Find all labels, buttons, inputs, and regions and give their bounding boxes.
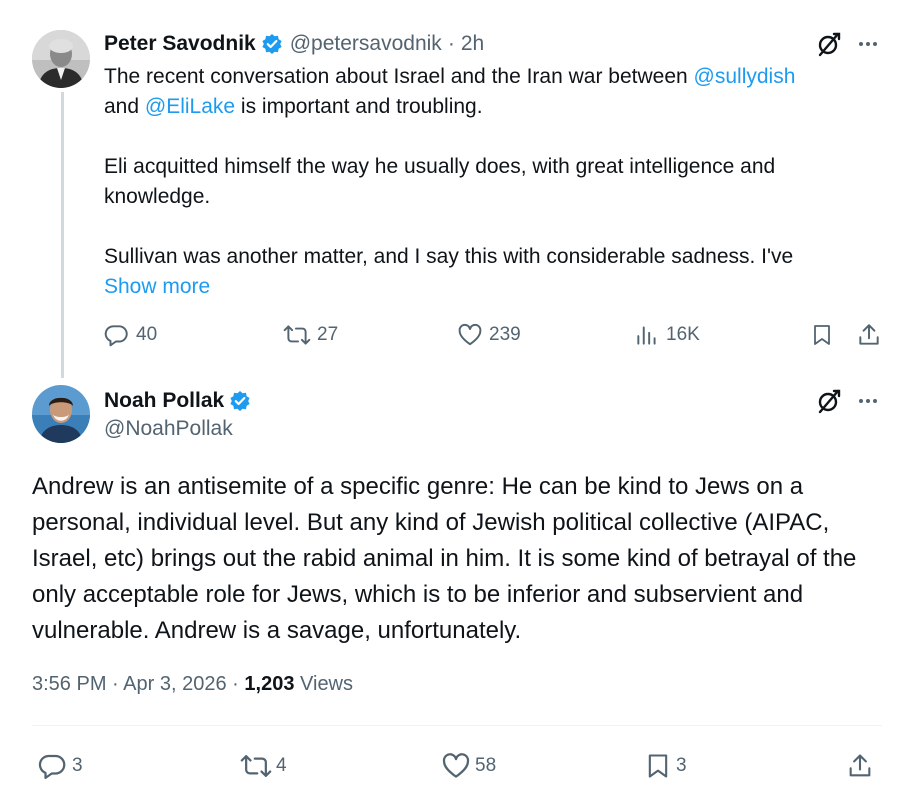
author-name[interactable]: Peter Savodnik [104,32,256,56]
reply-header: Peter Savodnik @petersavodnik · 2h [104,29,484,59]
grok-icon[interactable] [816,31,842,57]
bookmark-button[interactable] [810,322,834,348]
main-author-name-row: Noah Pollak [104,386,251,416]
paragraph: Sullivan was another matter, and I say t… [104,245,794,268]
tweet-time[interactable]: 3:56 PM [32,673,106,695]
like-button[interactable]: 239 [457,322,521,348]
separator-dot: · [112,673,119,695]
like-count: 239 [489,324,521,345]
views-icon [637,326,656,345]
more-icon[interactable] [856,389,880,413]
like-icon [458,323,482,346]
like-button[interactable]: 58 [441,751,496,781]
views-count: 16K [666,324,700,345]
mention-link[interactable]: @sullydish [694,65,796,88]
share-icon [859,324,879,345]
repost-button[interactable]: 4 [240,751,287,781]
text-segment: and [104,95,145,118]
share-icon [849,754,871,777]
author-handle[interactable]: @NoahPollak [104,417,233,441]
verified-badge-icon [262,34,282,54]
reply-icon [38,754,66,779]
paragraph: Eli acquitted himself the way he usually… [104,155,776,208]
repost-count: 4 [276,755,287,776]
avatar-peter-savodnik[interactable] [32,30,90,88]
main-top-actions [816,388,880,414]
author-handle[interactable]: @petersavodnik [290,32,442,56]
reply-count: 3 [72,755,83,776]
views-count: 1,203 [244,673,295,695]
repost-icon [283,325,311,345]
tweet-metadata: 3:56 PM · Apr 3, 2026 · 1,203 Views [32,673,353,696]
author-name[interactable]: Noah Pollak [104,389,224,413]
text-segment: is important and troubling. [235,95,483,118]
bookmark-count: 3 [676,755,687,776]
reply-icon [104,325,128,347]
tweet-time[interactable]: 2h [461,32,484,56]
like-count: 58 [475,755,497,776]
divider [32,725,882,726]
more-icon[interactable] [856,32,880,56]
reply-button[interactable]: 40 [104,322,157,348]
mention-link[interactable]: @EliLake [145,95,235,118]
separator-dot: · [447,32,455,55]
tweet-date[interactable]: Apr 3, 2026 [123,673,226,695]
share-button[interactable] [856,322,882,348]
views-label: Views [300,673,354,695]
verified-badge-icon [230,391,250,411]
grok-icon[interactable] [816,388,842,414]
bookmark-button[interactable]: 3 [644,751,687,781]
reply-tweet-text: The recent conversation about Israel and… [104,62,884,302]
bookmark-icon [648,754,668,778]
show-more-link[interactable]: Show more [104,272,884,302]
reply-top-actions [816,31,880,57]
like-icon [442,753,470,778]
repost-count: 27 [317,324,339,345]
thread-connector-line [61,92,64,378]
repost-button[interactable]: 27 [283,322,338,348]
reply-count: 40 [136,324,158,345]
avatar-noah-pollak[interactable] [32,385,90,443]
bookmark-icon [814,325,830,345]
text-segment: The recent conversation about Israel and… [104,65,694,88]
share-button[interactable] [846,751,874,781]
main-tweet-text: Andrew is an antisemite of a specific ge… [32,473,857,644]
views-button[interactable]: 16K [634,322,700,348]
reply-button[interactable]: 3 [38,751,83,781]
repost-icon [240,755,272,777]
separator-dot: · [232,673,239,695]
